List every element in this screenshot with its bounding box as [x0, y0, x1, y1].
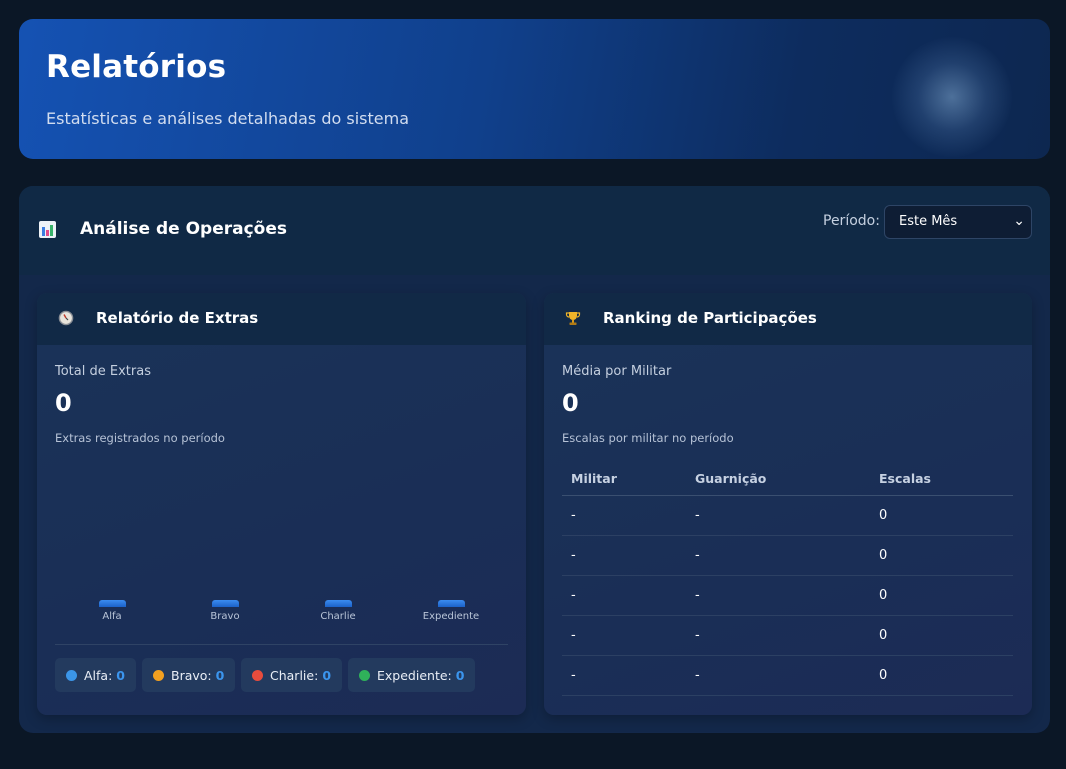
table-cell: 0 [870, 535, 1013, 576]
page-title: Relatórios [46, 49, 227, 85]
legend-chip-bravo: Bravo: 0 [142, 658, 236, 692]
period-label: Período: [823, 213, 880, 229]
bar-label: Alfa [102, 611, 122, 622]
legend-dot [153, 669, 164, 681]
table-cell: 0 [870, 615, 1013, 656]
table-cell: 0 [870, 495, 1013, 536]
legend-chip-expediente: Expediente: 0 [348, 658, 476, 692]
column-header-escalas: Escalas [870, 462, 1013, 496]
legend-name: Expediente: [377, 667, 452, 683]
bar-label: Bravo [210, 611, 240, 622]
table-cell: - [562, 535, 686, 576]
decorative-glow [892, 37, 1012, 157]
bar-label: Expediente [422, 611, 480, 622]
average-value: 0 [562, 389, 579, 417]
table-cell: 0 [870, 575, 1013, 616]
table-row: - - 0 [562, 535, 1013, 576]
period-selected-value: Este Mês [899, 214, 958, 229]
bar-chart-icon [39, 221, 56, 238]
extras-card-header: Relatório de Extras [37, 293, 526, 345]
bar-alfa: Alfa [72, 600, 152, 622]
page-header-banner: Relatórios Estatísticas e análises detal… [19, 19, 1050, 159]
bar [437, 600, 465, 607]
legend-name: Bravo: [171, 667, 212, 683]
legend-dot [66, 669, 77, 681]
bar [98, 600, 126, 607]
total-extras-description: Extras registrados no período [55, 431, 225, 445]
operations-panel-header: Análise de Operações Período: Este Mês ⌄ [19, 186, 1050, 275]
legend-chip-alfa: Alfa: 0 [55, 658, 136, 692]
bar-label: Charlie [320, 611, 356, 622]
legend-name: Alfa: [84, 667, 113, 683]
extras-card: Relatório de Extras Total de Extras 0 Ex… [37, 293, 526, 715]
table-row: - - 0 [562, 615, 1013, 656]
table-cell: - [562, 655, 686, 696]
legend-dot [252, 669, 263, 681]
bar [324, 600, 352, 607]
ranking-card-title: Ranking de Participações [603, 309, 817, 327]
table-cell: - [686, 575, 870, 616]
table-cell: - [562, 495, 686, 536]
average-label: Média por Militar [562, 364, 672, 379]
table-cell: - [562, 615, 686, 656]
table-cell: - [686, 495, 870, 536]
page-subtitle: Estatísticas e análises detalhadas do si… [46, 109, 409, 128]
column-header-militar: Militar [562, 462, 686, 496]
extras-card-title: Relatório de Extras [96, 309, 259, 327]
trophy-icon [565, 312, 581, 325]
operations-title: Análise de Operações [80, 219, 287, 239]
ranking-card: Ranking de Participações Média por Milit… [544, 293, 1032, 715]
table-row: - - 0 [562, 575, 1013, 616]
bar-bravo: Bravo [185, 600, 265, 622]
column-header-guarnicao: Guarnição [686, 462, 870, 496]
bar [211, 600, 239, 607]
chevron-down-icon: ⌄ [1013, 213, 1025, 229]
legend-dot [359, 669, 370, 681]
table-row: - - 0 [562, 495, 1013, 536]
stopwatch-icon [58, 310, 74, 326]
total-extras-label: Total de Extras [55, 364, 151, 379]
average-description: Escalas por militar no período [562, 431, 734, 445]
bar-charlie: Charlie [298, 600, 378, 622]
operations-panel: Análise de Operações Período: Este Mês ⌄… [19, 186, 1050, 733]
ranking-table: Militar Guarnição Escalas - - 0 - - 0 - [562, 462, 1013, 696]
total-extras-value: 0 [55, 389, 72, 417]
table-cell: 0 [870, 655, 1013, 696]
ranking-card-header: Ranking de Participações [544, 293, 1032, 345]
legend-value: 0 [116, 667, 125, 683]
table-cell: - [562, 575, 686, 616]
table-cell: - [686, 655, 870, 696]
legend-name: Charlie: [270, 667, 319, 683]
legend-value: 0 [455, 667, 465, 683]
bar-expediente: Expediente [411, 600, 491, 622]
table-row: - - 0 [562, 655, 1013, 696]
period-select[interactable]: Este Mês ⌄ [884, 205, 1032, 239]
legend-value: 0 [215, 667, 225, 683]
legend-value: 0 [322, 667, 332, 683]
table-header-row: Militar Guarnição Escalas [562, 462, 1013, 496]
legend-chip-charlie: Charlie: 0 [241, 658, 343, 692]
table-cell: - [686, 535, 870, 576]
table-cell: - [686, 615, 870, 656]
divider [55, 644, 508, 645]
